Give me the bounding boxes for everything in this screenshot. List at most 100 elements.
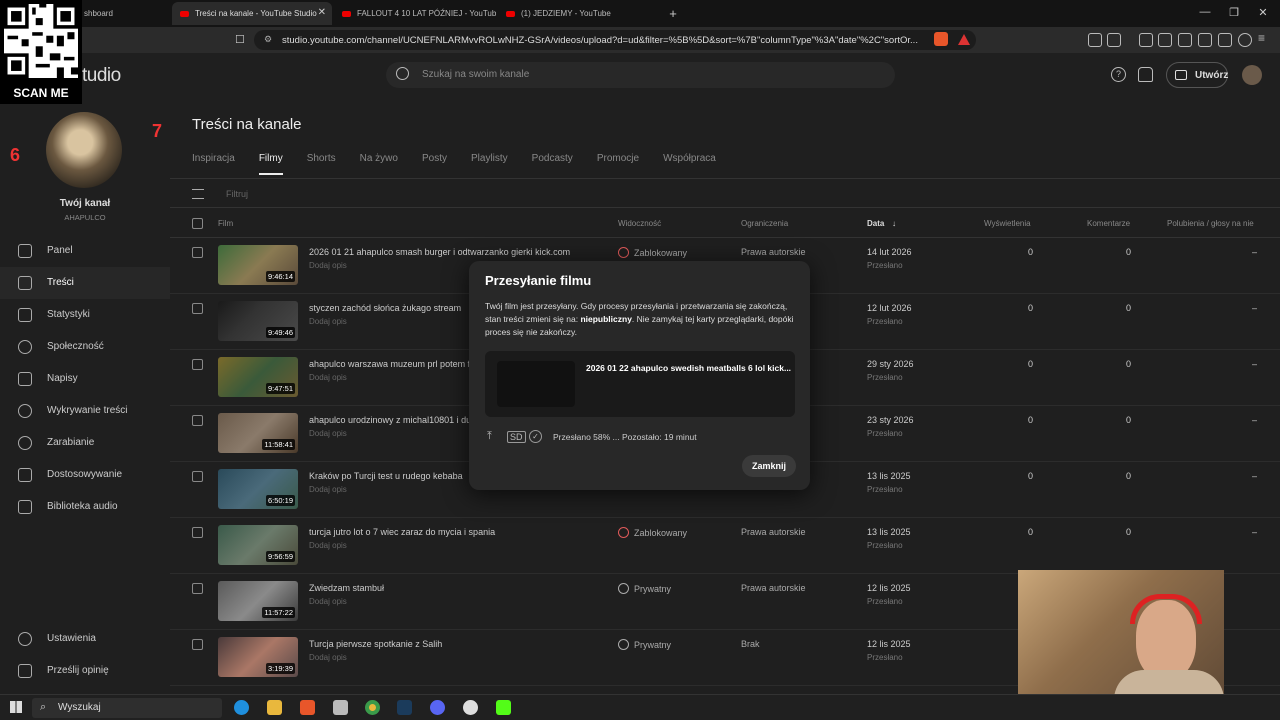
row-checkbox[interactable] [192,359,203,370]
row-checkbox[interactable] [192,471,203,482]
video-thumbnail[interactable]: 9:47:51 [218,357,298,397]
minimize-icon[interactable]: — [1198,6,1212,18]
site-info-icon[interactable]: ⚙ [264,34,272,45]
obs-icon[interactable] [463,700,478,715]
tab-promotions[interactable]: Promocje [597,153,639,175]
tab-collaboration[interactable]: Współpraca [663,153,716,175]
browser-tab[interactable]: FALLOUT 4 10 LAT PÓŹNIEJ - YouTube [334,2,496,25]
video-thumbnail[interactable]: 11:58:41 [218,413,298,453]
row-checkbox[interactable] [192,639,203,650]
row-checkbox[interactable] [192,527,203,538]
search-input[interactable]: Szukaj na swoim kanale [386,62,895,88]
windows-start-icon[interactable] [10,701,22,713]
row-checkbox[interactable] [192,303,203,314]
menu-icon[interactable]: ≡ [1258,32,1272,47]
account-avatar[interactable] [1242,65,1262,85]
video-thumbnail[interactable]: 9:46:14 [218,245,298,285]
sidebar-item-subtitles[interactable]: Napisy [0,363,170,395]
video-title[interactable]: styczen zachód słońca żukago stream [309,303,461,313]
browser-tab[interactable]: (1) JEDZIEMY - YouTube [498,2,660,25]
extensions-icon[interactable] [1088,33,1102,47]
create-button[interactable]: Utwórz [1166,62,1228,88]
sidebar-item-community[interactable]: Społeczność [0,331,170,363]
steam-icon[interactable] [397,700,412,715]
app-icon[interactable] [333,700,348,715]
close-window-icon[interactable]: ✕ [1256,6,1270,19]
download-icon[interactable] [1139,33,1153,47]
tab-podcasts[interactable]: Podcasty [532,153,573,175]
video-title[interactable]: ahapulco warszawa muzeum prl potem fo [309,359,475,369]
sidebar-item-label: Prześlij opinię [47,665,109,676]
video-thumbnail[interactable]: 9:49:46 [218,301,298,341]
sidebar-item-earn[interactable]: Zarabianie [0,427,170,459]
brave-rewards-icon[interactable] [958,34,970,45]
url-field[interactable]: ⚙ studio.youtube.com/channel/UCNEFNLARMvv… [254,30,976,50]
tab-playlists[interactable]: Playlisty [471,153,508,175]
discord-icon[interactable] [430,700,445,715]
leo-ai-icon[interactable] [1218,33,1232,47]
browser-tab-active[interactable]: Treści na kanale - YouTube Studio ✕ [172,2,332,25]
kick-icon[interactable] [496,700,511,715]
tab-shorts[interactable]: Shorts [307,153,336,175]
brave-icon[interactable] [300,700,315,715]
bookmark-icon[interactable]: ☐ [235,33,245,46]
select-all-checkbox[interactable] [192,218,203,229]
video-title[interactable]: Zwiedzam stambuł [309,583,384,593]
row-checkbox[interactable] [192,247,203,258]
music-icon[interactable] [1158,33,1172,47]
maximize-icon[interactable]: ❐ [1227,6,1241,19]
filter-input[interactable]: Filtruj [226,189,248,199]
file-explorer-icon[interactable] [267,700,282,715]
browser-tab[interactable]: shboard [76,2,172,25]
notifications-icon[interactable] [1138,67,1153,82]
tab-posts[interactable]: Posty [422,153,447,175]
video-title[interactable]: 2026 01 21 ahapulco smash burger i odtwa… [309,247,570,257]
sidebar-item-content-detection[interactable]: Wykrywanie treści [0,395,170,427]
tab-inspiration[interactable]: Inspiracja [192,153,235,175]
sidebar-item-content[interactable]: Treści [0,267,170,299]
wallet-icon[interactable] [1198,33,1212,47]
sidebar-item-customization[interactable]: Dostosowywanie [0,459,170,491]
sidebar-item-analytics[interactable]: Statystyki [0,299,170,331]
video-title[interactable]: Turcja pierwsze spotkanie z Salih [309,639,442,649]
close-icon[interactable]: ✕ [318,7,326,18]
screenshot-icon[interactable] [1107,33,1121,47]
video-thumbnail[interactable]: 3:19:39 [218,637,298,677]
taskbar-search-label: Wyszukaj [58,702,101,713]
studio-header: tudio Szukaj na swoim kanale ? Utwórz [0,53,1280,97]
chrome-icon[interactable] [365,700,380,715]
sidebar-toggle-icon[interactable] [1178,33,1192,47]
edge-icon[interactable] [234,700,249,715]
brave-shields-icon[interactable] [934,32,948,46]
studio-logo[interactable]: tudio [82,65,121,87]
visibility-status[interactable]: Zablokowany [618,247,687,258]
visibility-status[interactable]: Prywatny [618,639,671,650]
new-tab-icon[interactable]: + [666,6,680,21]
taskbar-search[interactable]: ⌕ Wyszukaj [32,698,222,718]
vpn-icon[interactable] [1238,33,1252,47]
sidebar-item-settings[interactable]: Ustawienia [0,623,170,655]
help-icon[interactable]: ? [1111,67,1126,82]
sidebar-item-feedback[interactable]: Prześlij opinię [0,655,170,687]
video-duration: 9:46:14 [265,271,295,282]
sidebar-item-audio-library[interactable]: Biblioteka audio [0,491,170,523]
sidebar-item-panel[interactable]: Panel [0,235,170,267]
column-date[interactable]: Data [867,219,884,228]
video-title[interactable]: Kraków po Turcji test u rudego kebaba [309,471,463,481]
table-row[interactable]: 9:56:59 turcja jutro lot o 7 wiec zaraz … [170,518,1280,574]
video-thumbnail[interactable]: 11:57:22 [218,581,298,621]
sort-arrow-icon[interactable]: ↓ [892,219,896,228]
video-title[interactable]: ahapulco urodzinowy z michal10801 i duc [309,415,476,425]
video-thumbnail[interactable]: 9:56:59 [218,525,298,565]
row-checkbox[interactable] [192,415,203,426]
visibility-status[interactable]: Prywatny [618,583,671,594]
filter-icon[interactable] [192,189,204,199]
channel-avatar[interactable] [46,112,122,188]
close-button[interactable]: Zamknij [742,455,796,477]
video-thumbnail[interactable]: 6:50:19 [218,469,298,509]
row-checkbox[interactable] [192,583,203,594]
tab-live[interactable]: Na żywo [360,153,398,175]
video-title[interactable]: turcja jutro lot o 7 wiec zaraz do mycia… [309,527,495,537]
tab-videos[interactable]: Filmy [258,153,283,175]
visibility-status[interactable]: Zablokowany [618,527,687,538]
